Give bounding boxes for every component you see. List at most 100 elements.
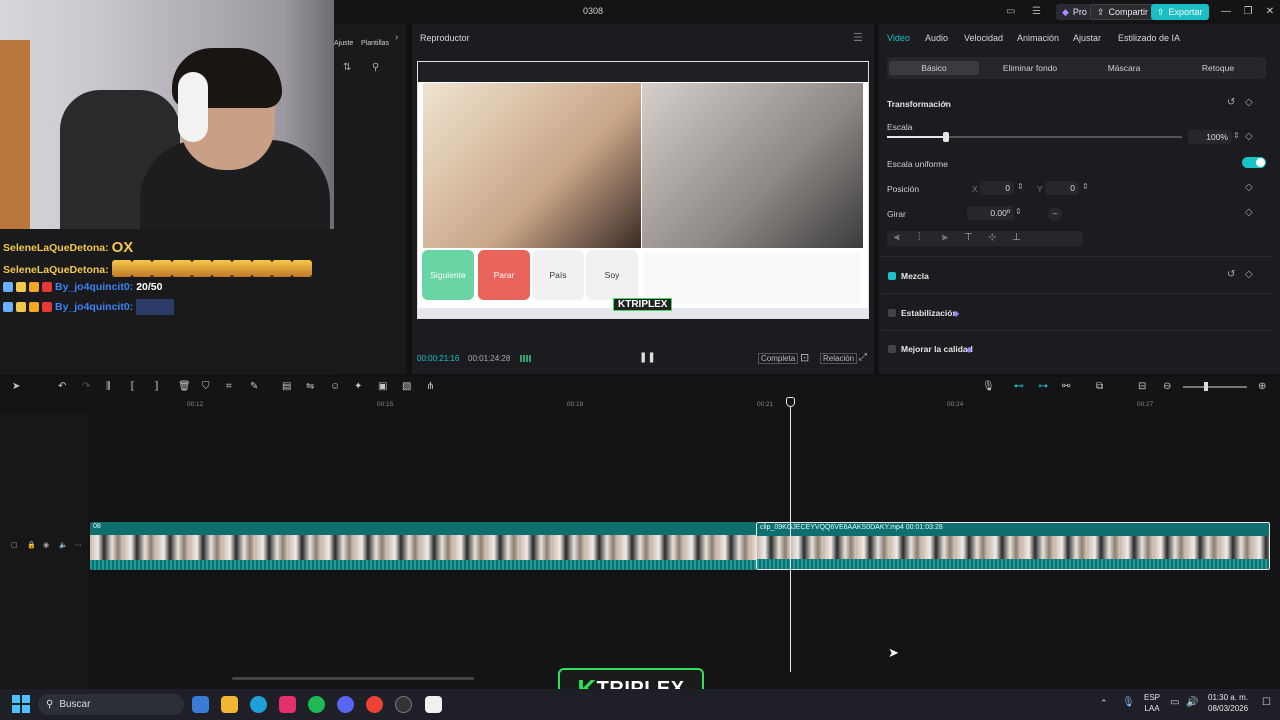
zoom-slider-handle[interactable] [1204,382,1208,391]
keyframe-icon[interactable]: ◇ [1245,269,1253,280]
chevron-up-icon[interactable]: ⌃ [1100,698,1108,709]
magnet-icon[interactable]: ⊷ [1014,381,1024,392]
microphone-icon[interactable]: 🎙 [982,381,995,392]
split-right-icon[interactable]: ⟧ [154,381,159,392]
video-preview[interactable]: Siguiente Parar País Soy KTRIPLEX [417,61,869,319]
rotate-stepper-icon[interactable]: ⇕ [1015,207,1022,216]
chevron-right-icon[interactable]: › [395,32,398,43]
redo-icon[interactable]: ↷ [82,381,90,392]
close-icon[interactable]: ✕ [1262,4,1278,20]
subtab-mask[interactable]: Máscara [1079,61,1169,75]
edge-icon[interactable] [250,696,267,713]
scale-stepper-icon[interactable]: ⇕ [1233,131,1240,140]
reset-icon[interactable]: ↺ [1227,97,1235,108]
scale-slider-handle[interactable] [943,132,949,142]
video-clip-selected[interactable]: clip_09KGJECEYVQQ6VE6AAKS0DAKY.mp4 00:01… [756,522,1270,570]
language-indicator[interactable]: ESP LAA [1144,692,1160,714]
ratio-button[interactable]: Relación [820,353,858,364]
keyframe-icon[interactable]: ◇ [1245,182,1253,193]
draw-icon[interactable]: ✎ [250,381,258,392]
cover-icon[interactable]: ▢ [11,541,18,549]
align-top-icon[interactable]: ⊤ [964,232,973,243]
sort-icon[interactable]: ⇅ [343,62,351,73]
tab-video[interactable]: Video [887,33,910,43]
stabilize-checkbox[interactable] [888,309,896,317]
uniform-scale-toggle[interactable] [1242,157,1266,168]
adjust-tab[interactable]: Ajuste [334,40,353,47]
pause-icon[interactable]: ❚❚ [639,352,656,363]
link-icon[interactable]: ⊶ [1038,381,1048,392]
speaker-icon[interactable]: 🔊 [1186,697,1198,708]
preview-axis-icon[interactable]: ⊟ [1138,381,1146,392]
filter-icon[interactable]: ⚲ [372,62,379,73]
crop-icon[interactable]: ⌗ [226,381,232,392]
video-clip[interactable]: 08 [90,522,756,570]
shield-icon[interactable]: ⛉ [202,381,210,392]
store-app-icon[interactable] [192,696,209,713]
subtab-retouch[interactable]: Retoque [1173,61,1263,75]
subtab-remove-bg[interactable]: Eliminar fondo [985,61,1075,75]
chrome-icon[interactable] [366,696,383,713]
image-icon[interactable]: ▧ [402,381,411,392]
layout-icon[interactable]: ▭ [1006,6,1015,17]
more-icon[interactable]: ⋯ [75,541,82,549]
delete-icon[interactable]: 🗑 [178,381,191,392]
share-button[interactable]: ⇪ Compartir [1090,4,1156,20]
stabilize-label[interactable]: Estabilización [901,308,958,318]
position-x-input[interactable]: 0 [980,181,1014,195]
align-right-icon[interactable]: ⫸ [942,232,948,243]
person-icon[interactable]: ☺ [330,381,340,392]
export-button[interactable]: ⇧ Exportar [1151,4,1209,20]
split-left-icon[interactable]: ⟦ [130,381,135,392]
panel-icon[interactable]: ☰ [1032,6,1041,17]
mirror-icon[interactable]: ⇋ [306,381,314,392]
lock-icon[interactable]: 🔒 [27,541,36,549]
split-icon[interactable]: ⫼ [106,381,111,392]
magic-wand-icon[interactable]: ✦ [354,381,362,392]
undo-icon[interactable]: ↶ [58,381,66,392]
tab-speed[interactable]: Velocidad [964,33,1003,43]
rotate-dial-icon[interactable]: – [1048,207,1062,221]
templates-tab[interactable]: Plantillas [361,40,389,47]
volume-icon[interactable]: 🔈 [59,541,68,549]
tab-ai-style[interactable]: Estilizado de IA [1118,33,1180,43]
discord-icon[interactable] [337,696,354,713]
keyframe-icon[interactable]: ◇ [1245,131,1253,142]
tab-audio[interactable]: Audio [925,33,948,43]
reset-icon[interactable]: ↺ [1227,269,1235,280]
audio-split-icon[interactable]: ⋔ [426,381,434,392]
enhance-checkbox[interactable] [888,345,896,353]
align-left-icon[interactable]: ⫷ [894,232,900,243]
blend-checkbox[interactable] [888,272,896,280]
restore-icon[interactable]: ❐ [1240,4,1256,20]
x-stepper-icon[interactable]: ⇕ [1017,182,1024,191]
subtab-basic[interactable]: Básico [889,61,979,75]
file-explorer-icon[interactable] [221,696,238,713]
enhance-label[interactable]: Mejorar la calidad [901,344,973,354]
instagram-icon[interactable] [279,696,296,713]
subtitle-icon[interactable]: ▤ [282,381,291,392]
align-center-v-icon[interactable]: ⊹ [988,232,996,243]
chevron-up-icon[interactable]: ▴ [944,99,948,107]
tab-adjust[interactable]: Ajustar [1073,33,1101,43]
select-tool-icon[interactable]: ➤ [12,381,20,392]
minimize-icon[interactable]: — [1218,4,1234,20]
y-stepper-icon[interactable]: ⇕ [1082,182,1089,191]
rotate-input[interactable]: 0.00º [967,206,1014,220]
notification-icon[interactable]: ☐ [1262,697,1271,708]
tab-animation[interactable]: Animación [1017,33,1059,43]
timeline-scrollbar[interactable] [232,677,474,680]
scale-input[interactable]: 100% [1188,130,1232,144]
taskbar-clock[interactable]: 01:30 a. m. 08/03/2026 [1208,692,1248,714]
keyframe-icon[interactable]: ◇ [1245,97,1253,108]
playhead-handle[interactable] [786,397,795,407]
keyframe-icon[interactable]: ◇ [1245,207,1253,218]
blend-label[interactable]: Mezcla [901,271,929,281]
full-view-button[interactable]: Completa [758,353,799,364]
menu-icon[interactable]: ☰ [853,31,863,44]
caption-icon[interactable]: ▣ [378,381,387,392]
network-icon[interactable]: ▭ [1170,697,1179,708]
pro-button[interactable]: ◆ Pro [1056,4,1093,20]
obs-icon[interactable] [395,696,412,713]
align-center-h-icon[interactable]: ⫶ [918,232,921,243]
